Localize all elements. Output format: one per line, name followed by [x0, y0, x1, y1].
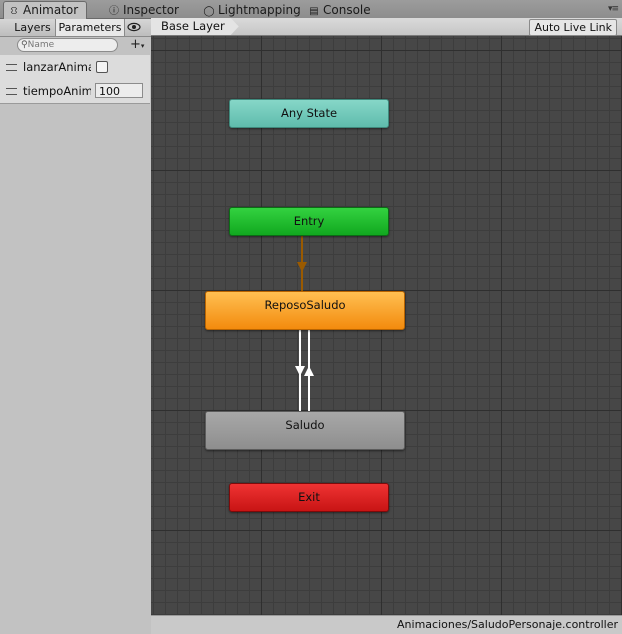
state-label: ReposoSaludo: [264, 298, 346, 312]
info-icon: ⓘ: [109, 6, 119, 17]
state-label: Entry: [293, 214, 325, 228]
state-label: Any State: [280, 106, 338, 120]
state-entry[interactable]: Entry: [229, 207, 389, 236]
search-placeholder: Name: [27, 40, 55, 50]
window-menu-icon[interactable]: ▾≡: [608, 4, 619, 14]
tab-layers[interactable]: Layers: [10, 19, 56, 36]
tab-console[interactable]: ▤ Console: [308, 2, 371, 18]
state-any-state[interactable]: Any State: [229, 99, 389, 128]
parameter-list: lanzarAnima tiempoAnim 100: [0, 55, 150, 104]
parameter-search-row: ⚲Name +▾: [0, 37, 151, 54]
status-bar: Animaciones/SaludoPersonaje.controller: [151, 615, 622, 634]
search-icon: ⚲: [21, 40, 28, 50]
animator-icon: ⛻: [10, 6, 18, 17]
parameter-row: lanzarAnima: [0, 55, 150, 79]
tab-lightmapping-label: Lightmapping: [218, 3, 301, 17]
arrow-down-icon: [297, 262, 307, 272]
drag-handle-icon[interactable]: [6, 64, 17, 71]
arrow-up-icon: [304, 366, 314, 376]
tab-inspector[interactable]: ⓘ Inspector: [108, 2, 179, 18]
state-machine-graph[interactable]: Any State Entry ReposoSaludo Saludo Exit: [151, 36, 622, 615]
tab-lightmapping[interactable]: ◯ Lightmapping: [203, 2, 301, 18]
state-saludo[interactable]: Saludo: [205, 411, 405, 450]
controller-path: Animaciones/SaludoPersonaje.controller: [397, 618, 618, 631]
state-reposo-saludo[interactable]: ReposoSaludo: [205, 291, 405, 330]
drag-handle-icon[interactable]: [6, 88, 17, 95]
state-label: Exit: [298, 490, 320, 504]
auto-live-link-button[interactable]: Auto Live Link: [529, 19, 617, 36]
breadcrumb-base-layer[interactable]: Base Layer: [151, 18, 239, 35]
panel-subtabs: Layers Parameters: [0, 19, 151, 37]
graph-toolbar: Base Layer Auto Live Link: [151, 18, 622, 36]
parameters-panel: Layers Parameters ⚲Name +▾ lanzarAnima t…: [0, 19, 152, 633]
parameter-search-input[interactable]: ⚲Name: [17, 38, 118, 52]
tab-parameters[interactable]: Parameters: [56, 19, 125, 36]
parameter-name[interactable]: lanzarAnima: [23, 59, 91, 75]
state-label: Saludo: [285, 418, 325, 432]
arrow-down-icon: [295, 366, 305, 376]
parameter-int-field[interactable]: 100: [95, 83, 143, 98]
parameter-row: tiempoAnim 100: [0, 79, 150, 103]
add-parameter-button[interactable]: +▾: [130, 37, 144, 53]
tab-animator[interactable]: ⛻ Animator: [3, 1, 88, 19]
tab-inspector-label: Inspector: [123, 3, 179, 17]
parameter-bool-checkbox[interactable]: [96, 61, 108, 73]
parameter-name[interactable]: tiempoAnim: [23, 83, 91, 99]
state-exit[interactable]: Exit: [229, 483, 389, 512]
window-tab-bar: ⛻ Animator ⓘ Inspector ◯ Lightmapping ▤ Cons…: [0, 0, 622, 19]
eye-icon[interactable]: [127, 22, 141, 32]
tab-console-label: Console: [323, 3, 371, 17]
tab-animator-label: Animator: [23, 3, 79, 17]
